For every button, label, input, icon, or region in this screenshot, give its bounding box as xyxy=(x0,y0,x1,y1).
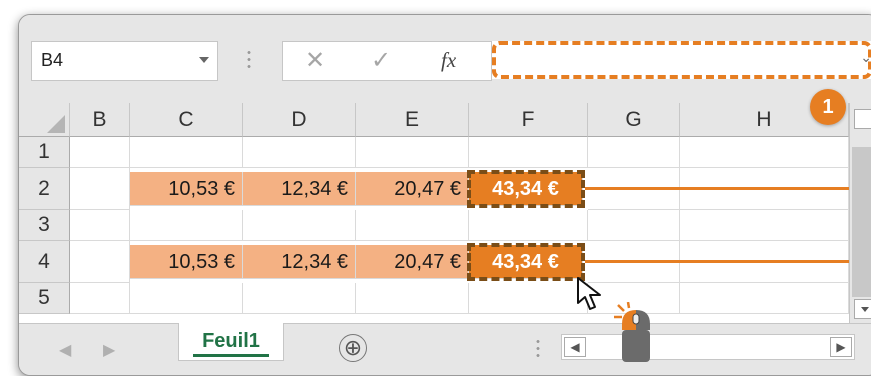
scroll-right-button[interactable]: ▶ xyxy=(830,337,852,357)
scroll-up-button[interactable] xyxy=(854,109,871,129)
horizontal-scrollbar[interactable]: ◀ ▶ xyxy=(561,334,855,360)
enter-icon[interactable]: ✓ xyxy=(371,46,391,75)
formula-bar-area: B4 ✕ ✓ fx ⌄ xyxy=(19,15,871,103)
row-header-2[interactable]: 2 xyxy=(19,168,70,210)
cell-b3[interactable] xyxy=(70,210,130,241)
cell-b1[interactable] xyxy=(70,137,130,168)
cell-c5[interactable] xyxy=(130,283,243,314)
formula-input[interactable]: ⌄ xyxy=(492,41,871,79)
cell-e3[interactable] xyxy=(356,210,469,241)
cell-h1[interactable] xyxy=(680,137,849,168)
cell-h3[interactable] xyxy=(680,210,849,241)
column-header-c[interactable]: C xyxy=(130,103,243,137)
row-header-4[interactable]: 4 xyxy=(19,241,70,283)
name-box-dropdown-icon[interactable] xyxy=(199,57,209,63)
name-box[interactable]: B4 xyxy=(31,41,218,81)
cancel-icon[interactable]: ✕ xyxy=(305,46,325,75)
sheet-tab-bar: ◀ ▶ Feuil1 ⊕ ◀ ▶ xyxy=(19,323,871,375)
callout-line-row4 xyxy=(585,260,855,263)
excel-window: B4 ✕ ✓ fx ⌄ B C D E F G H 1 2 3 4 5 10,5… xyxy=(18,14,871,376)
cell-f5[interactable] xyxy=(469,283,588,314)
formula-input-highlight xyxy=(492,41,871,79)
column-header-e[interactable]: E xyxy=(356,103,469,137)
column-header-f[interactable]: F xyxy=(469,103,588,137)
select-all-corner[interactable] xyxy=(19,103,70,137)
vertical-scrollbar[interactable] xyxy=(849,103,871,323)
cell-f3[interactable] xyxy=(469,210,588,241)
column-header-g[interactable]: G xyxy=(588,103,680,137)
prev-sheet-icon[interactable]: ◀ xyxy=(59,340,71,360)
sheet-tab-feuil1[interactable]: Feuil1 xyxy=(178,323,284,361)
select-all-icon xyxy=(47,115,65,133)
callout-line-row2 xyxy=(585,187,855,190)
cell-c3[interactable] xyxy=(130,210,243,241)
cell-c1[interactable] xyxy=(130,137,243,168)
cell-b2[interactable] xyxy=(70,168,130,210)
worksheet-grid[interactable]: B C D E F G H 1 2 3 4 5 10,53 € 12,34 € … xyxy=(19,103,855,323)
cell-b5[interactable] xyxy=(70,283,130,314)
row-header-1[interactable]: 1 xyxy=(19,137,70,168)
column-header-b[interactable]: B xyxy=(70,103,130,137)
cell-c4[interactable]: 10,53 € xyxy=(130,245,243,279)
cell-e4[interactable]: 20,47 € xyxy=(356,245,469,279)
next-sheet-icon[interactable]: ▶ xyxy=(103,340,115,360)
cell-e1[interactable] xyxy=(356,137,469,168)
cell-g1[interactable] xyxy=(588,137,680,168)
cell-d4[interactable]: 12,34 € xyxy=(243,245,356,279)
scroll-down-button[interactable] xyxy=(854,299,871,319)
cell-f2-highlight xyxy=(467,170,585,208)
cell-h5[interactable] xyxy=(680,283,849,314)
formula-bar-grip[interactable] xyxy=(247,49,251,71)
callout-badge: 1 xyxy=(810,89,846,125)
cell-e2[interactable]: 20,47 € xyxy=(356,172,469,206)
mouse-pointer-icon xyxy=(577,277,601,310)
cell-b4[interactable] xyxy=(70,241,130,283)
row-header-5[interactable]: 5 xyxy=(19,283,70,314)
formula-expand-icon[interactable]: ⌄ xyxy=(860,49,871,66)
cell-e5[interactable] xyxy=(356,283,469,314)
scroll-thumb[interactable] xyxy=(852,147,871,297)
name-box-value: B4 xyxy=(41,50,64,70)
cell-f1[interactable] xyxy=(469,137,588,168)
scroll-left-button[interactable]: ◀ xyxy=(564,337,586,357)
tab-splitter[interactable] xyxy=(536,338,540,358)
column-header-d[interactable]: D xyxy=(243,103,356,137)
cell-c2[interactable]: 10,53 € xyxy=(130,172,243,206)
mouse-click-icon xyxy=(614,302,650,362)
row-header-3[interactable]: 3 xyxy=(19,210,70,241)
cell-d1[interactable] xyxy=(243,137,356,168)
cell-f4-highlight xyxy=(467,243,585,281)
formula-buttons: ✕ ✓ fx xyxy=(282,41,492,81)
cell-d2[interactable]: 12,34 € xyxy=(243,172,356,206)
cell-d5[interactable] xyxy=(243,283,356,314)
add-sheet-icon[interactable]: ⊕ xyxy=(339,334,367,362)
cell-d3[interactable] xyxy=(243,210,356,241)
cell-g3[interactable] xyxy=(588,210,680,241)
fx-icon[interactable]: fx xyxy=(441,48,456,73)
